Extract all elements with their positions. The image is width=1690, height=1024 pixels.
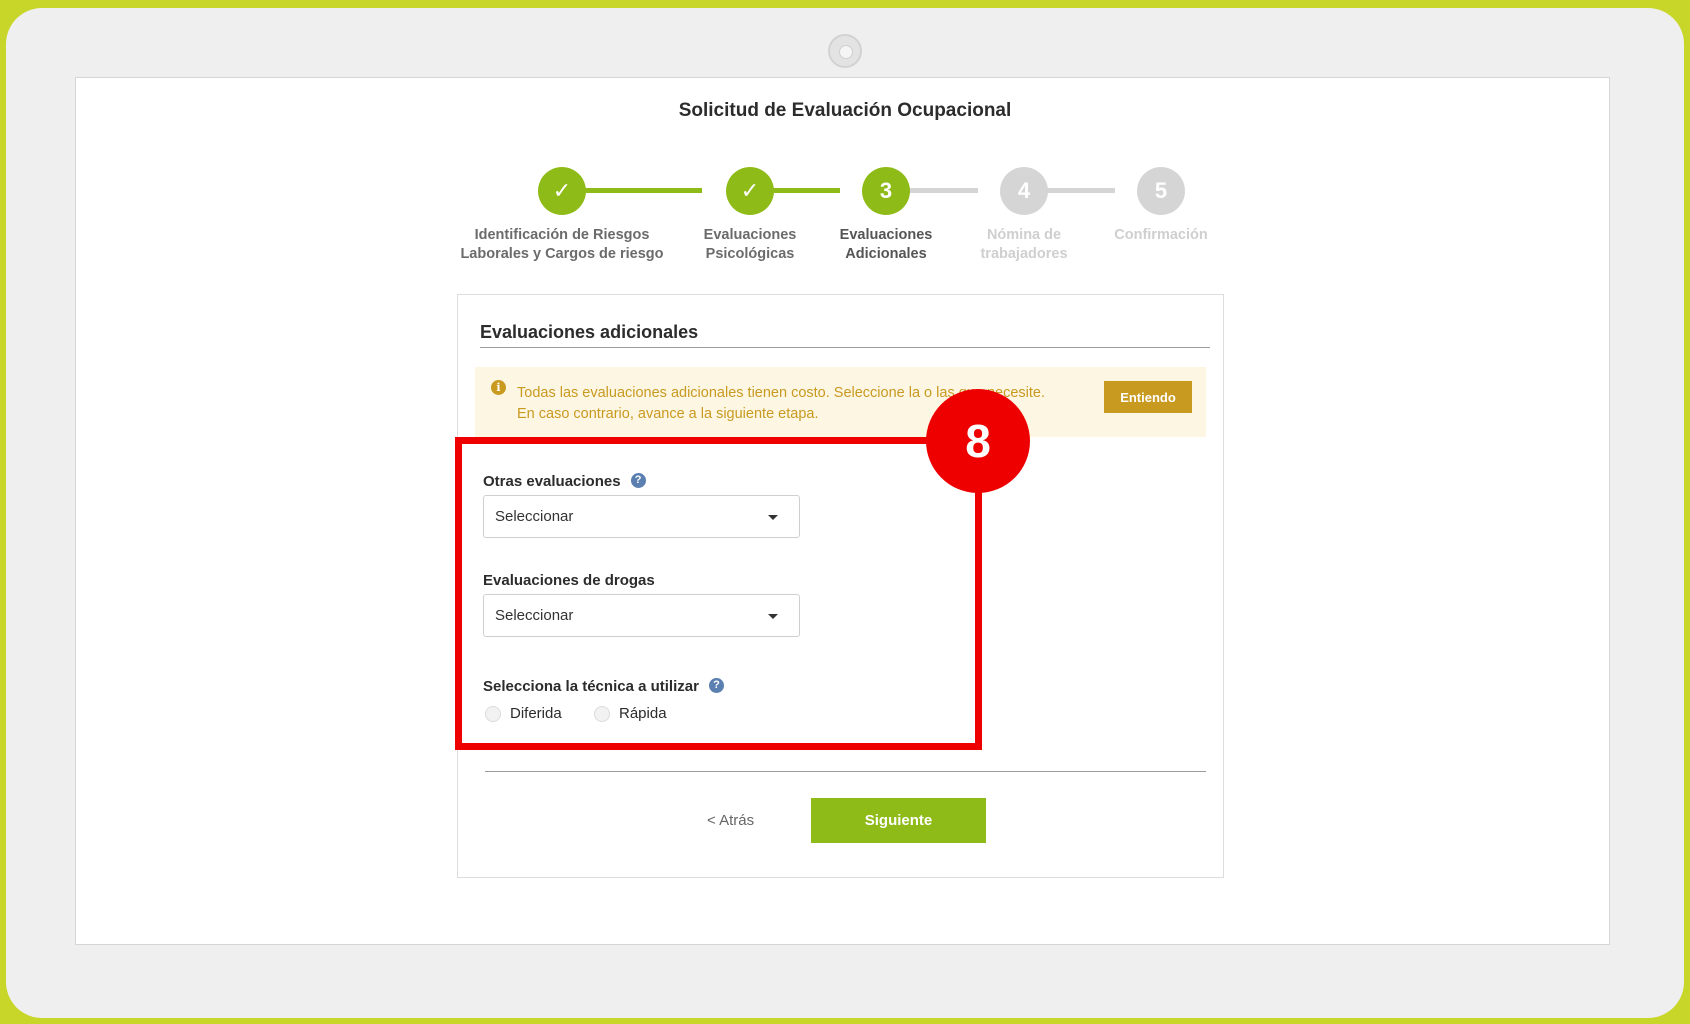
back-link[interactable]: < Atrás: [707, 812, 754, 829]
step-3-label: Evaluaciones Adicionales: [839, 227, 933, 262]
step-3-circle: 3: [862, 167, 910, 215]
footer-divider: [485, 771, 1206, 772]
step-1-check-icon: ✓: [538, 167, 586, 215]
annotation-callout: 8: [926, 389, 1030, 493]
entiendo-button[interactable]: Entiendo: [1104, 381, 1192, 413]
step-1-label: Identificación de Riesgos Laborales y Ca…: [460, 227, 664, 262]
step-4-circle: 4: [1000, 167, 1048, 215]
step-2-label: Evaluaciones Psicológicas: [703, 227, 797, 262]
camera-icon: [828, 34, 862, 68]
annotation-highlight-box: [455, 437, 982, 750]
step-4-label: Nómina de trabajadores: [980, 227, 1068, 262]
section-divider: [480, 347, 1210, 348]
info-icon: i: [491, 380, 506, 395]
step-5-circle: 5: [1137, 167, 1185, 215]
step-2-check-icon: ✓: [726, 167, 774, 215]
page-title: Solicitud de Evaluación Ocupacional: [678, 100, 1012, 121]
section-title: Evaluaciones adicionales: [480, 322, 699, 342]
step-5-label: Confirmación: [1114, 227, 1208, 243]
next-button[interactable]: Siguiente: [811, 798, 986, 843]
